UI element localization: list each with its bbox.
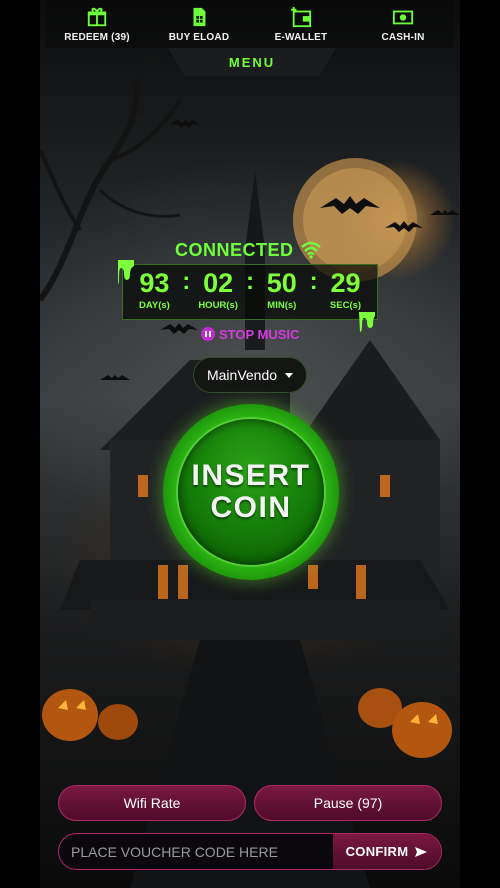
menu-tab-label: MENU — [228, 54, 276, 70]
stop-music-label: STOP MUSIC — [219, 326, 300, 342]
pause-label: Pause (97) — [313, 795, 383, 811]
dead-tree — [40, 38, 182, 302]
timer-mins-label: MIN(s) — [267, 300, 297, 311]
pause-icon — [201, 327, 215, 341]
menu-item-label: E-WALLET — [274, 32, 328, 43]
timer-hours-label: HOUR(s) — [198, 300, 238, 311]
insert-coin-button[interactable]: INSERT COIN — [163, 404, 339, 580]
pause-button[interactable]: Pause (97) — [254, 785, 442, 821]
wifi-rate-label: Wifi Rate — [123, 795, 181, 811]
menu-toggle-tab[interactable]: MENU — [168, 48, 336, 76]
confirm-label: CONFIRM — [345, 844, 409, 859]
timer-days: 93 DAY(s) — [131, 267, 177, 311]
remaining-time-panel: 93 DAY(s) : 02 HOUR(s) : 50 MIN(s) : 29 … — [122, 264, 378, 320]
menu-item-label: BUY ELOAD — [168, 32, 230, 43]
menu-item-label: REDEEM (39) — [64, 32, 130, 43]
sim-card-icon — [193, 7, 206, 27]
voucher-form: CONFIRM — [58, 833, 442, 870]
timer-separator: : — [245, 268, 254, 295]
menu-item-cash-in[interactable]: CASH-IN — [352, 0, 454, 48]
wallet-icon — [290, 6, 312, 28]
timer-separator: : — [182, 268, 191, 295]
timer-mins: 50 MIN(s) — [259, 267, 305, 311]
menu-item-redeem[interactable]: REDEEM (39) — [46, 0, 148, 48]
wifi-icon — [300, 241, 321, 259]
menu-item-e-wallet[interactable]: E-WALLET — [250, 0, 352, 48]
voucher-code-input[interactable] — [59, 834, 333, 869]
gift-icon — [87, 7, 107, 27]
insert-coin-line2: COIN — [210, 491, 292, 524]
send-icon — [415, 846, 428, 857]
timer-days-label: DAY(s) — [139, 300, 170, 311]
cash-icon — [392, 10, 414, 25]
insert-coin-face: INSERT COIN — [178, 419, 324, 565]
timer-hours-value: 02 — [203, 268, 234, 298]
slime-drip-decoration — [359, 312, 375, 332]
stop-music-button[interactable]: STOP MUSIC — [201, 326, 299, 342]
confirm-button[interactable]: CONFIRM — [333, 834, 441, 869]
menu-item-label: CASH-IN — [381, 32, 425, 43]
slime-drip-decoration — [118, 260, 134, 284]
insert-coin-line1: INSERT — [191, 459, 311, 492]
vendo-select[interactable]: MainVendo — [193, 357, 307, 393]
connection-status: CONNECTED — [175, 238, 335, 262]
timer-secs-value: 29 — [330, 268, 361, 298]
timer-mins-value: 50 — [266, 268, 297, 298]
timer-separator: : — [309, 268, 318, 295]
timer-days-value: 93 — [139, 268, 170, 298]
chevron-down-icon — [285, 372, 294, 378]
timer-hours: 02 HOUR(s) — [195, 267, 241, 311]
menu-item-buy-eload[interactable]: BUY ELOAD — [148, 0, 250, 48]
timer-secs: 29 SEC(s) — [322, 267, 368, 311]
connected-label: CONNECTED — [175, 239, 294, 260]
vendo-selected-value: MainVendo — [206, 367, 278, 383]
top-menu-bar: REDEEM (39) BUY ELOAD E-WALLET CASH-IN — [46, 0, 454, 48]
wifi-rate-button[interactable]: Wifi Rate — [58, 785, 246, 821]
